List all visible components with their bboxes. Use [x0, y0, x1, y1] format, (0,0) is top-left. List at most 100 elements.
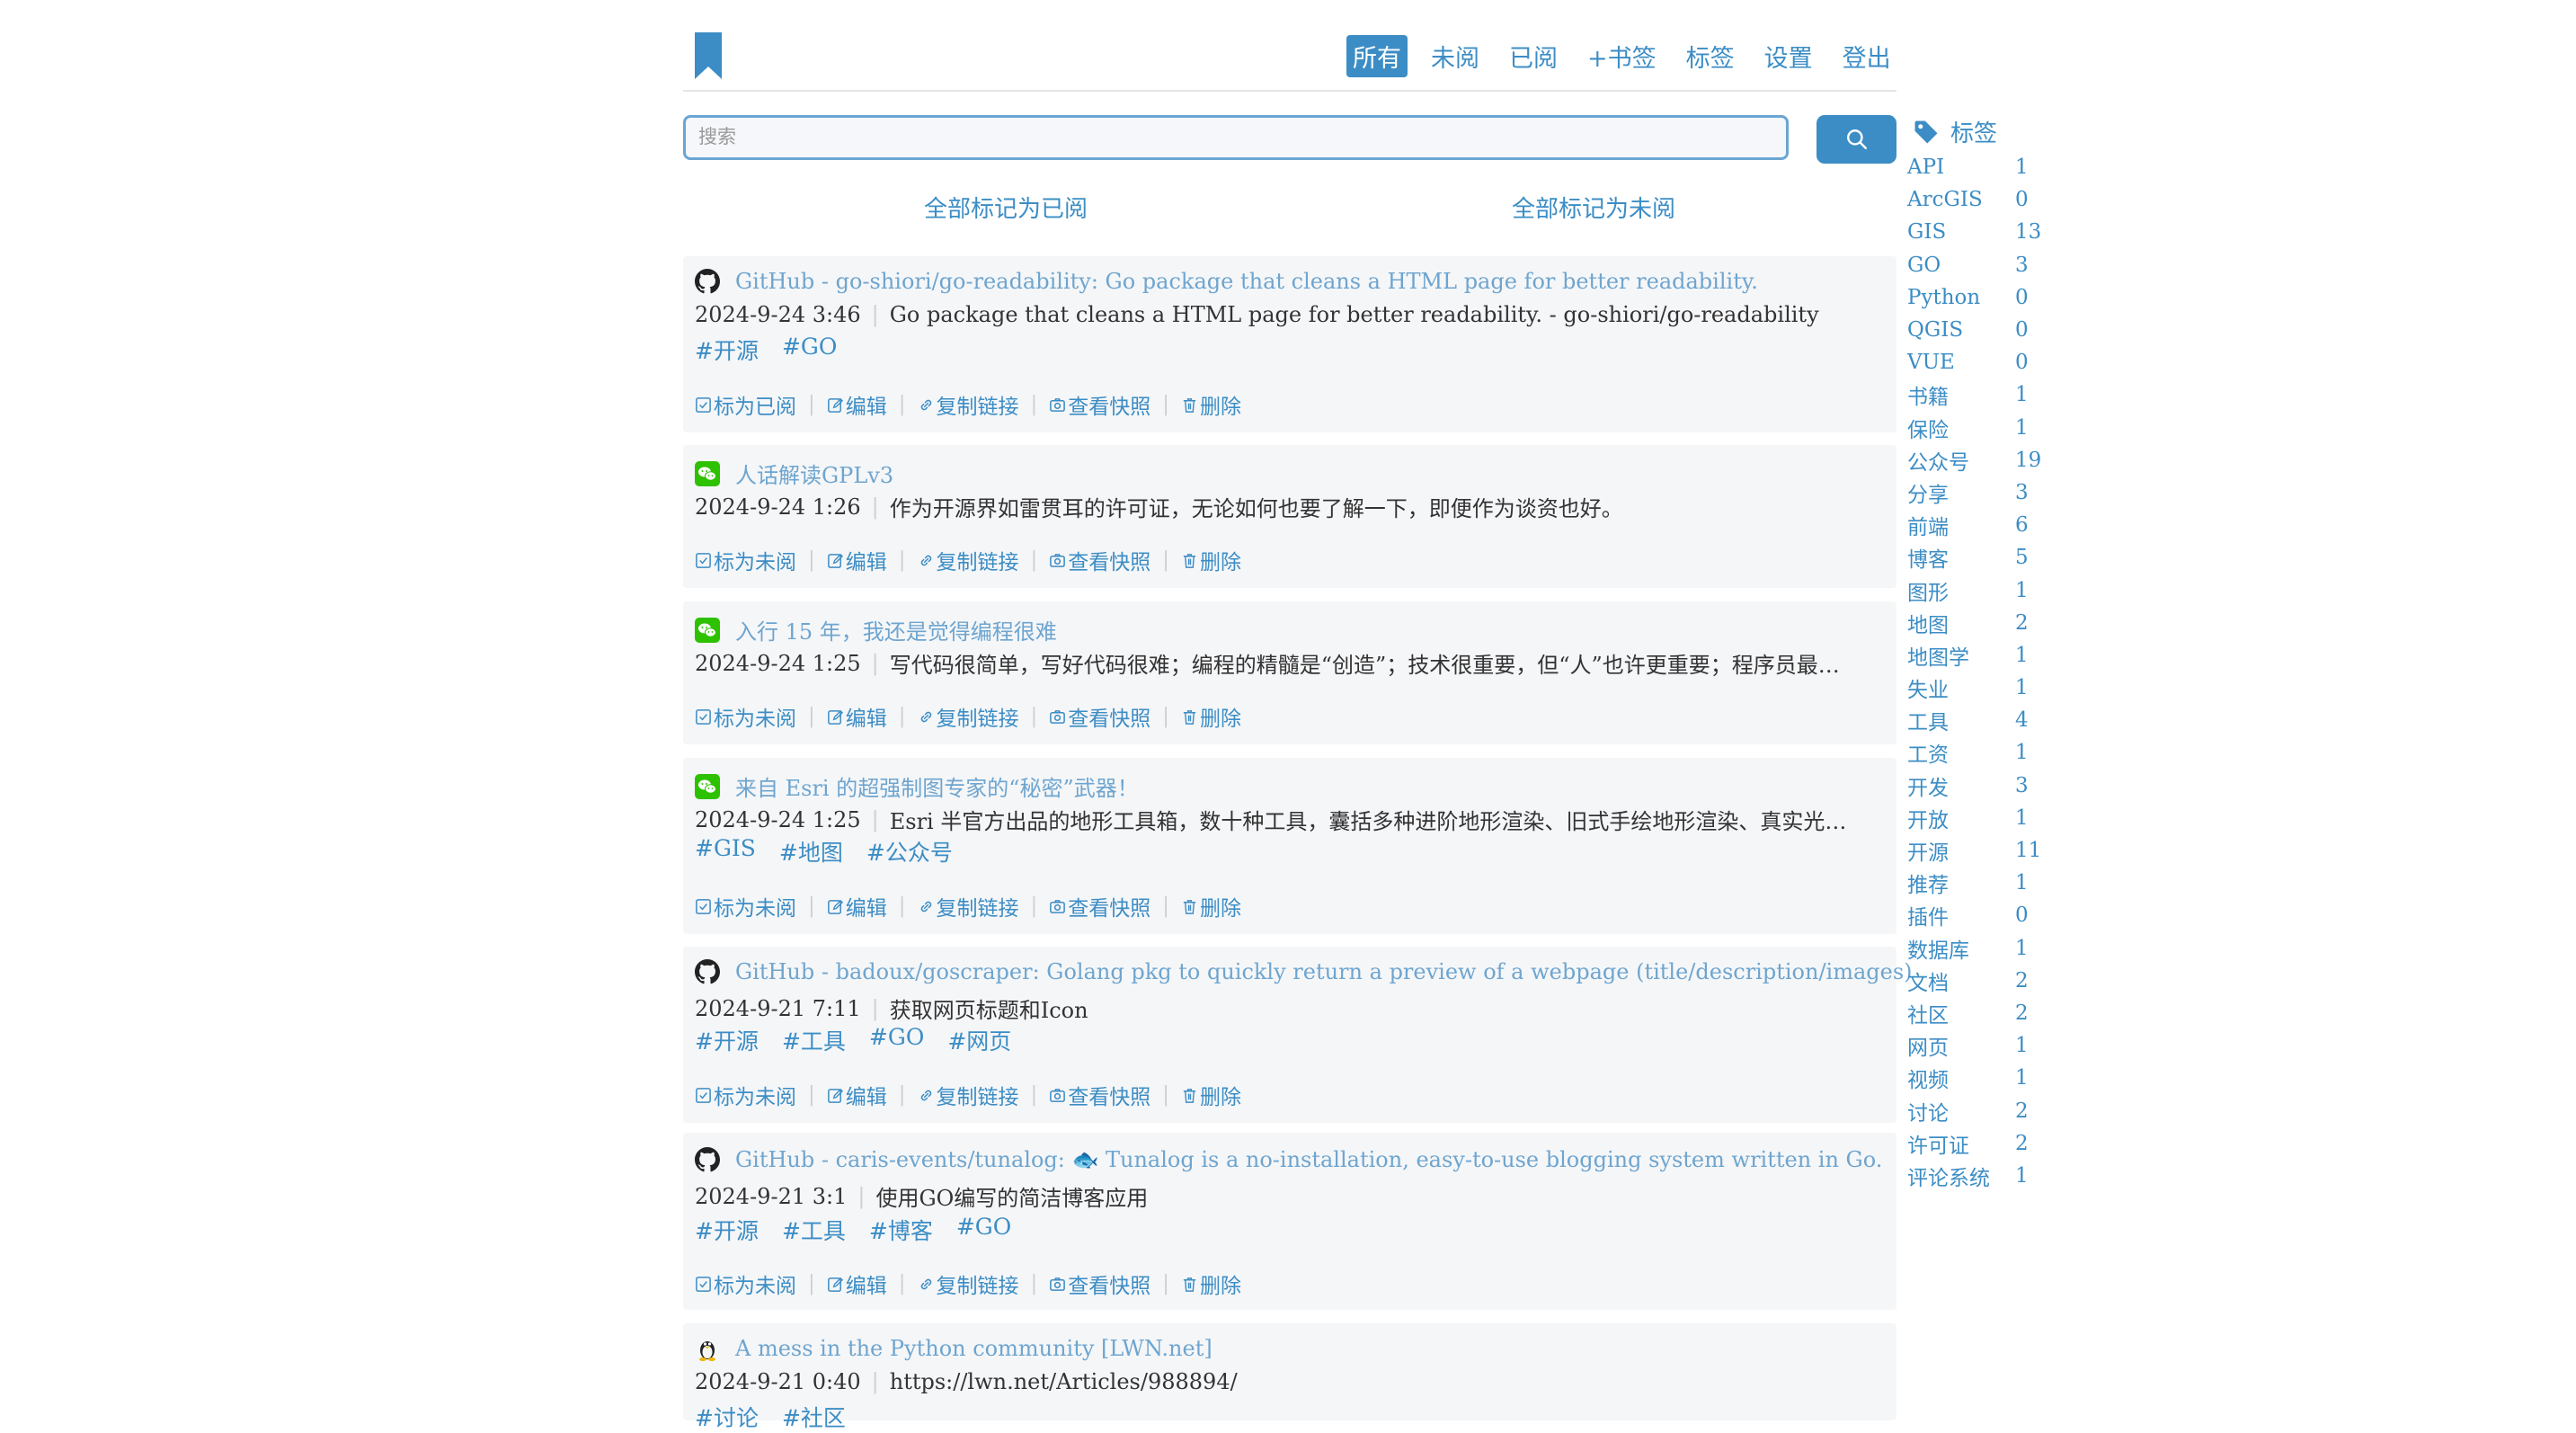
search-button[interactable] — [1817, 115, 1896, 164]
sidebar-tag-item[interactable]: GIS 13 — [1907, 216, 2051, 248]
edit-button[interactable]: 编辑 — [827, 545, 887, 575]
search-input[interactable] — [683, 115, 1789, 160]
sidebar-tag-item[interactable]: GO 3 — [1907, 249, 2051, 281]
nav-all[interactable]: 所有 — [1346, 34, 1408, 77]
sidebar-tag-item[interactable]: QGIS 0 — [1907, 314, 2051, 346]
camera-icon — [1050, 1277, 1066, 1291]
sidebar-tag-item[interactable]: 博客 5 — [1907, 541, 2051, 574]
bookmark-tag[interactable]: #网页 — [947, 1024, 1011, 1056]
mark-unread-button[interactable]: 标为未阅 — [695, 1268, 796, 1299]
sidebar-tag-item[interactable]: 数据库 1 — [1907, 932, 2051, 965]
bookmark-title-link[interactable]: A mess in the Python community [LWN.net] — [735, 1336, 1212, 1361]
view-snapshot-button[interactable]: 查看快照 — [1049, 389, 1150, 420]
edit-button[interactable]: 编辑 — [827, 1268, 887, 1299]
search-icon — [1846, 129, 1867, 149]
delete-button[interactable]: 删除 — [1181, 545, 1241, 575]
sidebar-tag-item[interactable]: 书籍 1 — [1907, 378, 2051, 411]
mark-unread-button[interactable]: 标为未阅 — [695, 891, 796, 921]
mark-unread-button[interactable]: 标为未阅 — [695, 545, 796, 575]
sidebar-tag-item[interactable]: ArcGIS 0 — [1907, 183, 2051, 216]
sidebar-tag-item[interactable]: VUE 0 — [1907, 346, 2051, 378]
action-separator: | — [808, 895, 815, 918]
delete-button[interactable]: 删除 — [1181, 701, 1241, 732]
sidebar-tag-item[interactable]: 地图 2 — [1907, 607, 2051, 639]
view-snapshot-button[interactable]: 查看快照 — [1049, 701, 1150, 732]
bookmark-tag[interactable]: #开源 — [695, 1214, 759, 1246]
mark-unread-button[interactable]: 标为未阅 — [695, 701, 796, 732]
sidebar-tag-item[interactable]: 工资 1 — [1907, 736, 2051, 769]
copy-link-button[interactable]: 复制链接 — [918, 891, 1019, 921]
mark-unread-button[interactable]: 标为未阅 — [695, 1080, 796, 1110]
copy-link-button[interactable]: 复制链接 — [918, 545, 1019, 575]
sidebar-tag-item[interactable]: 许可证 2 — [1907, 1127, 2051, 1160]
edit-button[interactable]: 编辑 — [827, 1080, 887, 1110]
bookmark-title-link[interactable]: GitHub - badoux/goscraper: Golang pkg to… — [735, 959, 1913, 984]
wechat-icon — [695, 617, 720, 643]
copy-link-button[interactable]: 复制链接 — [918, 389, 1019, 420]
sidebar-tag-item[interactable]: 社区 2 — [1907, 997, 2051, 1029]
bookmark-title-link[interactable]: 人话解读GPLv3 — [735, 458, 893, 489]
bookmark-tag[interactable]: #GIS — [695, 835, 756, 868]
view-snapshot-button[interactable]: 查看快照 — [1049, 1268, 1150, 1299]
bookmark-tag[interactable]: #GO — [869, 1024, 924, 1056]
mark-all-read-button[interactable]: 全部标记为已阅 — [924, 191, 1088, 224]
bookmark-logo-icon[interactable] — [695, 32, 722, 79]
mark-all-unread-button[interactable]: 全部标记为未阅 — [1512, 191, 1675, 224]
sidebar-tag-item[interactable]: 插件 0 — [1907, 899, 2051, 931]
sidebar-tag-item[interactable]: 地图学 1 — [1907, 639, 2051, 672]
edit-button[interactable]: 编辑 — [827, 891, 887, 921]
delete-button[interactable]: 删除 — [1181, 1080, 1241, 1110]
view-snapshot-button[interactable]: 查看快照 — [1049, 1080, 1150, 1110]
sidebar-tag-item[interactable]: 工具 4 — [1907, 704, 2051, 736]
sidebar-tag-item[interactable]: 视频 1 — [1907, 1062, 2051, 1094]
sidebar-tag-item[interactable]: 推荐 1 — [1907, 867, 2051, 899]
bookmark-title-link[interactable]: GitHub - caris-events/tunalog: 🐟 Tunalog… — [735, 1147, 1882, 1172]
mark-read-button[interactable]: 标为已阅 — [695, 389, 796, 420]
nav-tags[interactable]: 标签 — [1680, 35, 1741, 77]
bookmark-tag[interactable]: #讨论 — [695, 1401, 759, 1433]
copy-link-button[interactable]: 复制链接 — [918, 701, 1019, 732]
edit-button[interactable]: 编辑 — [827, 389, 887, 420]
bookmark-title-link[interactable]: GitHub - go-shiori/go-readability: Go pa… — [735, 269, 1758, 294]
sidebar-tag-item[interactable]: 前端 6 — [1907, 509, 2051, 541]
nav-read[interactable]: 已阅 — [1503, 35, 1564, 77]
bookmark-title-link[interactable]: 来自 Esri 的超强制图专家的“秘密”武器！ — [735, 770, 1139, 802]
delete-button[interactable]: 删除 — [1181, 1268, 1241, 1299]
bookmark-tag[interactable]: #博客 — [869, 1214, 933, 1246]
sidebar-tag-item[interactable]: Python 0 — [1907, 281, 2051, 314]
edit-button[interactable]: 编辑 — [827, 701, 887, 732]
bookmark-tag[interactable]: #地图 — [779, 835, 843, 868]
bookmark-tag[interactable]: #GO — [956, 1214, 1011, 1246]
sidebar-tag-item[interactable]: 保险 1 — [1907, 412, 2051, 444]
sidebar-tag-item[interactable]: 分享 3 — [1907, 476, 2051, 509]
view-snapshot-button[interactable]: 查看快照 — [1049, 891, 1150, 921]
bookmark-tag[interactable]: #开源 — [695, 1024, 759, 1056]
bookmark-title-link[interactable]: 入行 15 年，我还是觉得编程很难 — [735, 614, 1057, 645]
sidebar-tag-item[interactable]: API 1 — [1907, 151, 2051, 183]
bookmark-tag[interactable]: #开源 — [695, 334, 759, 366]
sidebar-tag-item[interactable]: 评论系统 1 — [1907, 1160, 2051, 1192]
nav-logout[interactable]: 登出 — [1836, 35, 1897, 77]
nav-unread[interactable]: 未阅 — [1425, 35, 1486, 77]
nav-add-bookmark[interactable]: +书签 — [1581, 35, 1663, 77]
view-snapshot-button[interactable]: 查看快照 — [1049, 545, 1150, 575]
bookmark-tag[interactable]: #公众号 — [866, 835, 953, 868]
copy-link-button[interactable]: 复制链接 — [918, 1080, 1019, 1110]
sidebar-tag-item[interactable]: 讨论 2 — [1907, 1094, 2051, 1126]
sidebar-tag-item[interactable]: 网页 1 — [1907, 1029, 2051, 1062]
sidebar-tag-item[interactable]: 开放 1 — [1907, 802, 2051, 834]
sidebar-tag-item[interactable]: 图形 1 — [1907, 574, 2051, 606]
sidebar-tag-item[interactable]: 开源 11 — [1907, 834, 2051, 867]
sidebar-tag-item[interactable]: 失业 1 — [1907, 672, 2051, 704]
sidebar-tag-item[interactable]: 文档 2 — [1907, 965, 2051, 997]
sidebar-tag-item[interactable]: 公众号 19 — [1907, 444, 2051, 476]
bookmark-tag[interactable]: #工具 — [782, 1024, 846, 1056]
bookmark-tag[interactable]: #GO — [782, 334, 837, 366]
bookmark-tag[interactable]: #工具 — [782, 1214, 846, 1246]
bookmark-tag[interactable]: #社区 — [782, 1401, 846, 1433]
copy-link-button[interactable]: 复制链接 — [918, 1268, 1019, 1299]
sidebar-tag-item[interactable]: 开发 3 — [1907, 770, 2051, 802]
delete-button[interactable]: 删除 — [1181, 389, 1241, 420]
delete-button[interactable]: 删除 — [1181, 891, 1241, 921]
nav-settings[interactable]: 设置 — [1758, 35, 1819, 77]
